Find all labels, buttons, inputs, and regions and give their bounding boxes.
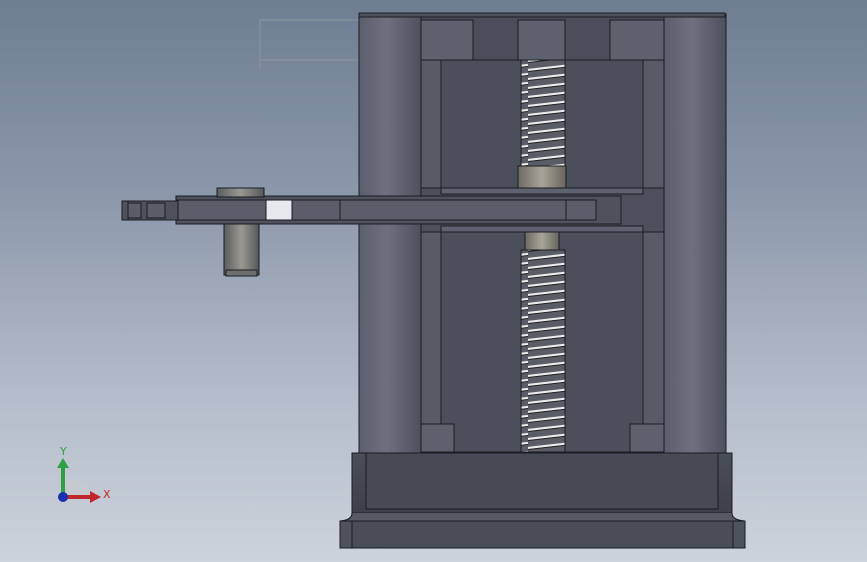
graphics-viewport[interactable]: Y X [0,0,867,562]
cad-model-view: Y X [57,12,746,549]
y-axis-arrowhead [57,458,69,468]
left-column [358,13,422,455]
lower-lead-screw [520,249,566,453]
x-axis-arrowhead [90,491,101,503]
upper-nut [517,165,567,191]
right-column [663,13,727,455]
triad-plane [63,477,91,497]
horizontal-arm [121,195,622,225]
y-axis-label: Y [59,445,67,458]
z-axis-origin [58,492,68,502]
coordinate-triad: Y X [57,445,111,503]
lower-nut [524,231,560,251]
upper-lead-screw [520,59,566,167]
sketch-outline [259,19,360,68]
x-axis-label: X [103,488,111,501]
base [339,452,746,549]
